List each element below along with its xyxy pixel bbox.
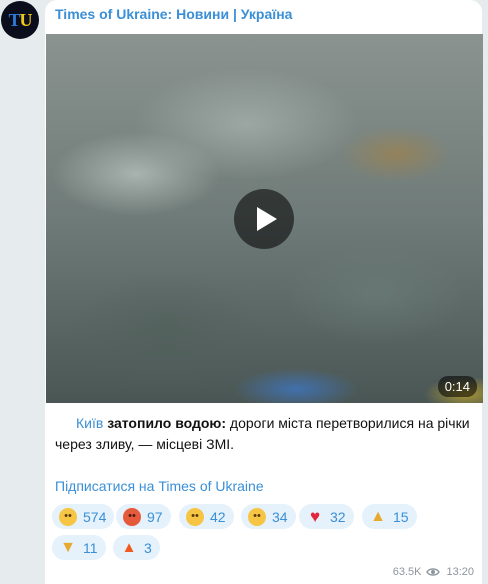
red-heart-icon: ♥ bbox=[309, 507, 321, 526]
crying-face-icon: •• bbox=[59, 507, 77, 526]
eye-icon bbox=[426, 568, 441, 576]
grimacing-face-icon: •• bbox=[248, 507, 266, 526]
message-time: 13:20 bbox=[446, 566, 474, 578]
reaction-count: 11 bbox=[83, 539, 98, 556]
fire-icon: ▲ bbox=[121, 539, 137, 556]
thinking-face-icon: •• bbox=[186, 507, 204, 526]
reaction-crying[interactable]: •• 574 bbox=[52, 504, 115, 529]
thumbs-up-icon: ▲ bbox=[370, 507, 386, 525]
message-caption: Київ затопило водою: дороги міста перетв… bbox=[55, 413, 475, 455]
reaction-count: 3 bbox=[144, 539, 152, 556]
reaction-heart[interactable]: ♥ 32 bbox=[299, 504, 354, 529]
reaction-count: 32 bbox=[330, 508, 346, 525]
reaction-angry[interactable]: •• 97 bbox=[116, 504, 171, 529]
subscribe-link[interactable]: Підписатися на Times of Ukraine bbox=[55, 478, 264, 494]
reaction-count: 97 bbox=[147, 508, 163, 525]
play-button[interactable] bbox=[234, 189, 294, 249]
message-meta: 63.5K 13:20 bbox=[393, 566, 474, 578]
avatar-letter-u: U bbox=[19, 9, 33, 30]
thumbs-down-icon: ▼ bbox=[60, 538, 76, 556]
view-count: 63.5K bbox=[392, 566, 422, 578]
reaction-count: 574 bbox=[83, 508, 107, 525]
play-icon bbox=[256, 207, 277, 231]
reaction-count: 42 bbox=[210, 508, 226, 525]
video-duration: 0:14 bbox=[437, 376, 477, 397]
caption-bold-text: затопило водою: bbox=[107, 415, 227, 431]
video-player[interactable]: 0:14 bbox=[46, 34, 483, 403]
reaction-count: 15 bbox=[393, 508, 409, 525]
reaction-grimacing[interactable]: •• 34 bbox=[241, 504, 296, 529]
avatar-letter-t: T bbox=[8, 9, 20, 30]
reaction-thinking[interactable]: •• 42 bbox=[179, 504, 234, 529]
reaction-count: 34 bbox=[272, 508, 288, 525]
angry-face-icon: •• bbox=[123, 507, 141, 526]
message-bubble: Times of Ukraine: Новини | Україна 0:14 … bbox=[45, 0, 483, 584]
channel-name[interactable]: Times of Ukraine: Новини | Україна bbox=[55, 6, 292, 22]
reaction-thumbs-up[interactable]: ▲ 15 bbox=[362, 504, 417, 529]
caption-city-link[interactable]: Київ bbox=[76, 415, 103, 431]
channel-avatar[interactable]: TU bbox=[1, 1, 39, 39]
reaction-thumbs-down[interactable]: ▼ 11 bbox=[52, 535, 106, 560]
reaction-fire[interactable]: ▲ 3 bbox=[113, 535, 160, 560]
